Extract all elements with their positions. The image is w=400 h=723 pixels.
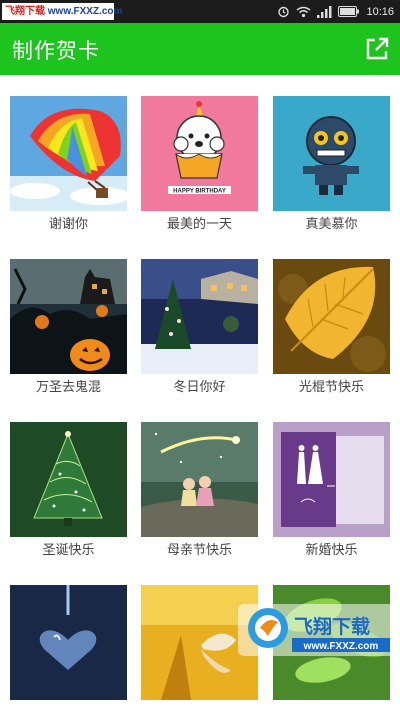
card-label: 最美的一天 <box>166 217 232 232</box>
status-watermark: 飞翔下载 www.FXXZ.com <box>2 3 122 20</box>
card-thank-you[interactable]: 谢谢你 <box>10 96 127 234</box>
card-mothers-day[interactable]: 母亲节快乐 <box>141 422 258 560</box>
card-label <box>10 705 127 723</box>
card-label: 万圣去鬼混 <box>35 380 101 395</box>
card-label <box>141 705 258 723</box>
page-title: 制作贺卡 <box>12 39 100 63</box>
fxxz-logo: 飞翔下载 www.FXXZ.com <box>238 604 398 656</box>
water-heart-image <box>10 585 127 700</box>
card-thumbnail <box>273 96 390 211</box>
logo-url: www.FXXZ.com <box>303 641 379 652</box>
card-wedding[interactable]: 新婚快乐 <box>273 422 390 560</box>
card-thumbnail <box>273 259 390 374</box>
cartoon-robot-image <box>273 96 390 211</box>
hot-air-balloon-image <box>10 96 127 211</box>
card-label: 新婚快乐 <box>305 543 358 558</box>
card-label: 真美慕你 <box>305 217 358 232</box>
battery-icon <box>338 6 360 17</box>
birthday-text: HAPPY BIRTHDAY <box>173 189 226 195</box>
app-bar: 制作贺卡 <box>0 23 400 75</box>
wifi-icon <box>297 6 311 17</box>
card-label: 母亲节快乐 <box>166 543 232 558</box>
watermark-red-text: 飞翔下载 <box>5 6 45 17</box>
card-thumbnail <box>273 422 390 537</box>
card-thumbnail <box>10 585 127 700</box>
card-merry-christmas[interactable]: 圣诞快乐 <box>10 422 127 560</box>
card-thumbnail <box>141 422 258 537</box>
card-water-heart[interactable] <box>10 585 127 723</box>
card-thumbnail <box>10 422 127 537</box>
watermark-blue-text: www.FXXZ.com <box>45 6 123 17</box>
card-label: 圣诞快乐 <box>42 543 95 558</box>
card-label: 光棍节快乐 <box>298 380 364 395</box>
status-bar: 飞翔下载 www.FXXZ.com 10:16 <box>0 0 400 23</box>
green-christmas-tree-image <box>10 422 127 537</box>
card-halloween[interactable]: 万圣去鬼混 <box>10 259 127 397</box>
logo-text: 飞翔下载 <box>294 615 370 638</box>
card-label: 谢谢你 <box>48 217 88 232</box>
birthday-cupcake-image: HAPPY BIRTHDAY <box>141 96 258 211</box>
status-icons: 10:16 <box>277 0 394 23</box>
alarm-icon <box>278 6 290 18</box>
corner-watermark: 飞翔下载 www.FXXZ.com <box>238 600 398 658</box>
card-thumbnail <box>10 96 127 211</box>
wedding-card-image <box>273 422 390 537</box>
signal-icon <box>317 5 332 18</box>
card-singles-day[interactable]: 光棍节快乐 <box>273 259 390 397</box>
card-thumbnail: HAPPY BIRTHDAY <box>141 96 258 211</box>
card-most-beautiful-day[interactable]: HAPPY BIRTHDAY 最美的一天 <box>141 96 258 234</box>
card-label: 冬日你好 <box>173 380 226 395</box>
card-label <box>273 705 390 723</box>
autumn-leaf-image <box>273 259 390 374</box>
share-button[interactable] <box>364 36 390 62</box>
winter-christmas-tree-image <box>141 259 258 374</box>
card-envy-you[interactable]: 真美慕你 <box>273 96 390 234</box>
mothers-day-stars-image <box>141 422 258 537</box>
card-hello-winter[interactable]: 冬日你好 <box>141 259 258 397</box>
share-icon <box>366 37 389 60</box>
status-time: 10:16 <box>366 5 394 18</box>
card-thumbnail <box>141 259 258 374</box>
card-thumbnail <box>10 259 127 374</box>
halloween-night-image <box>10 259 127 374</box>
